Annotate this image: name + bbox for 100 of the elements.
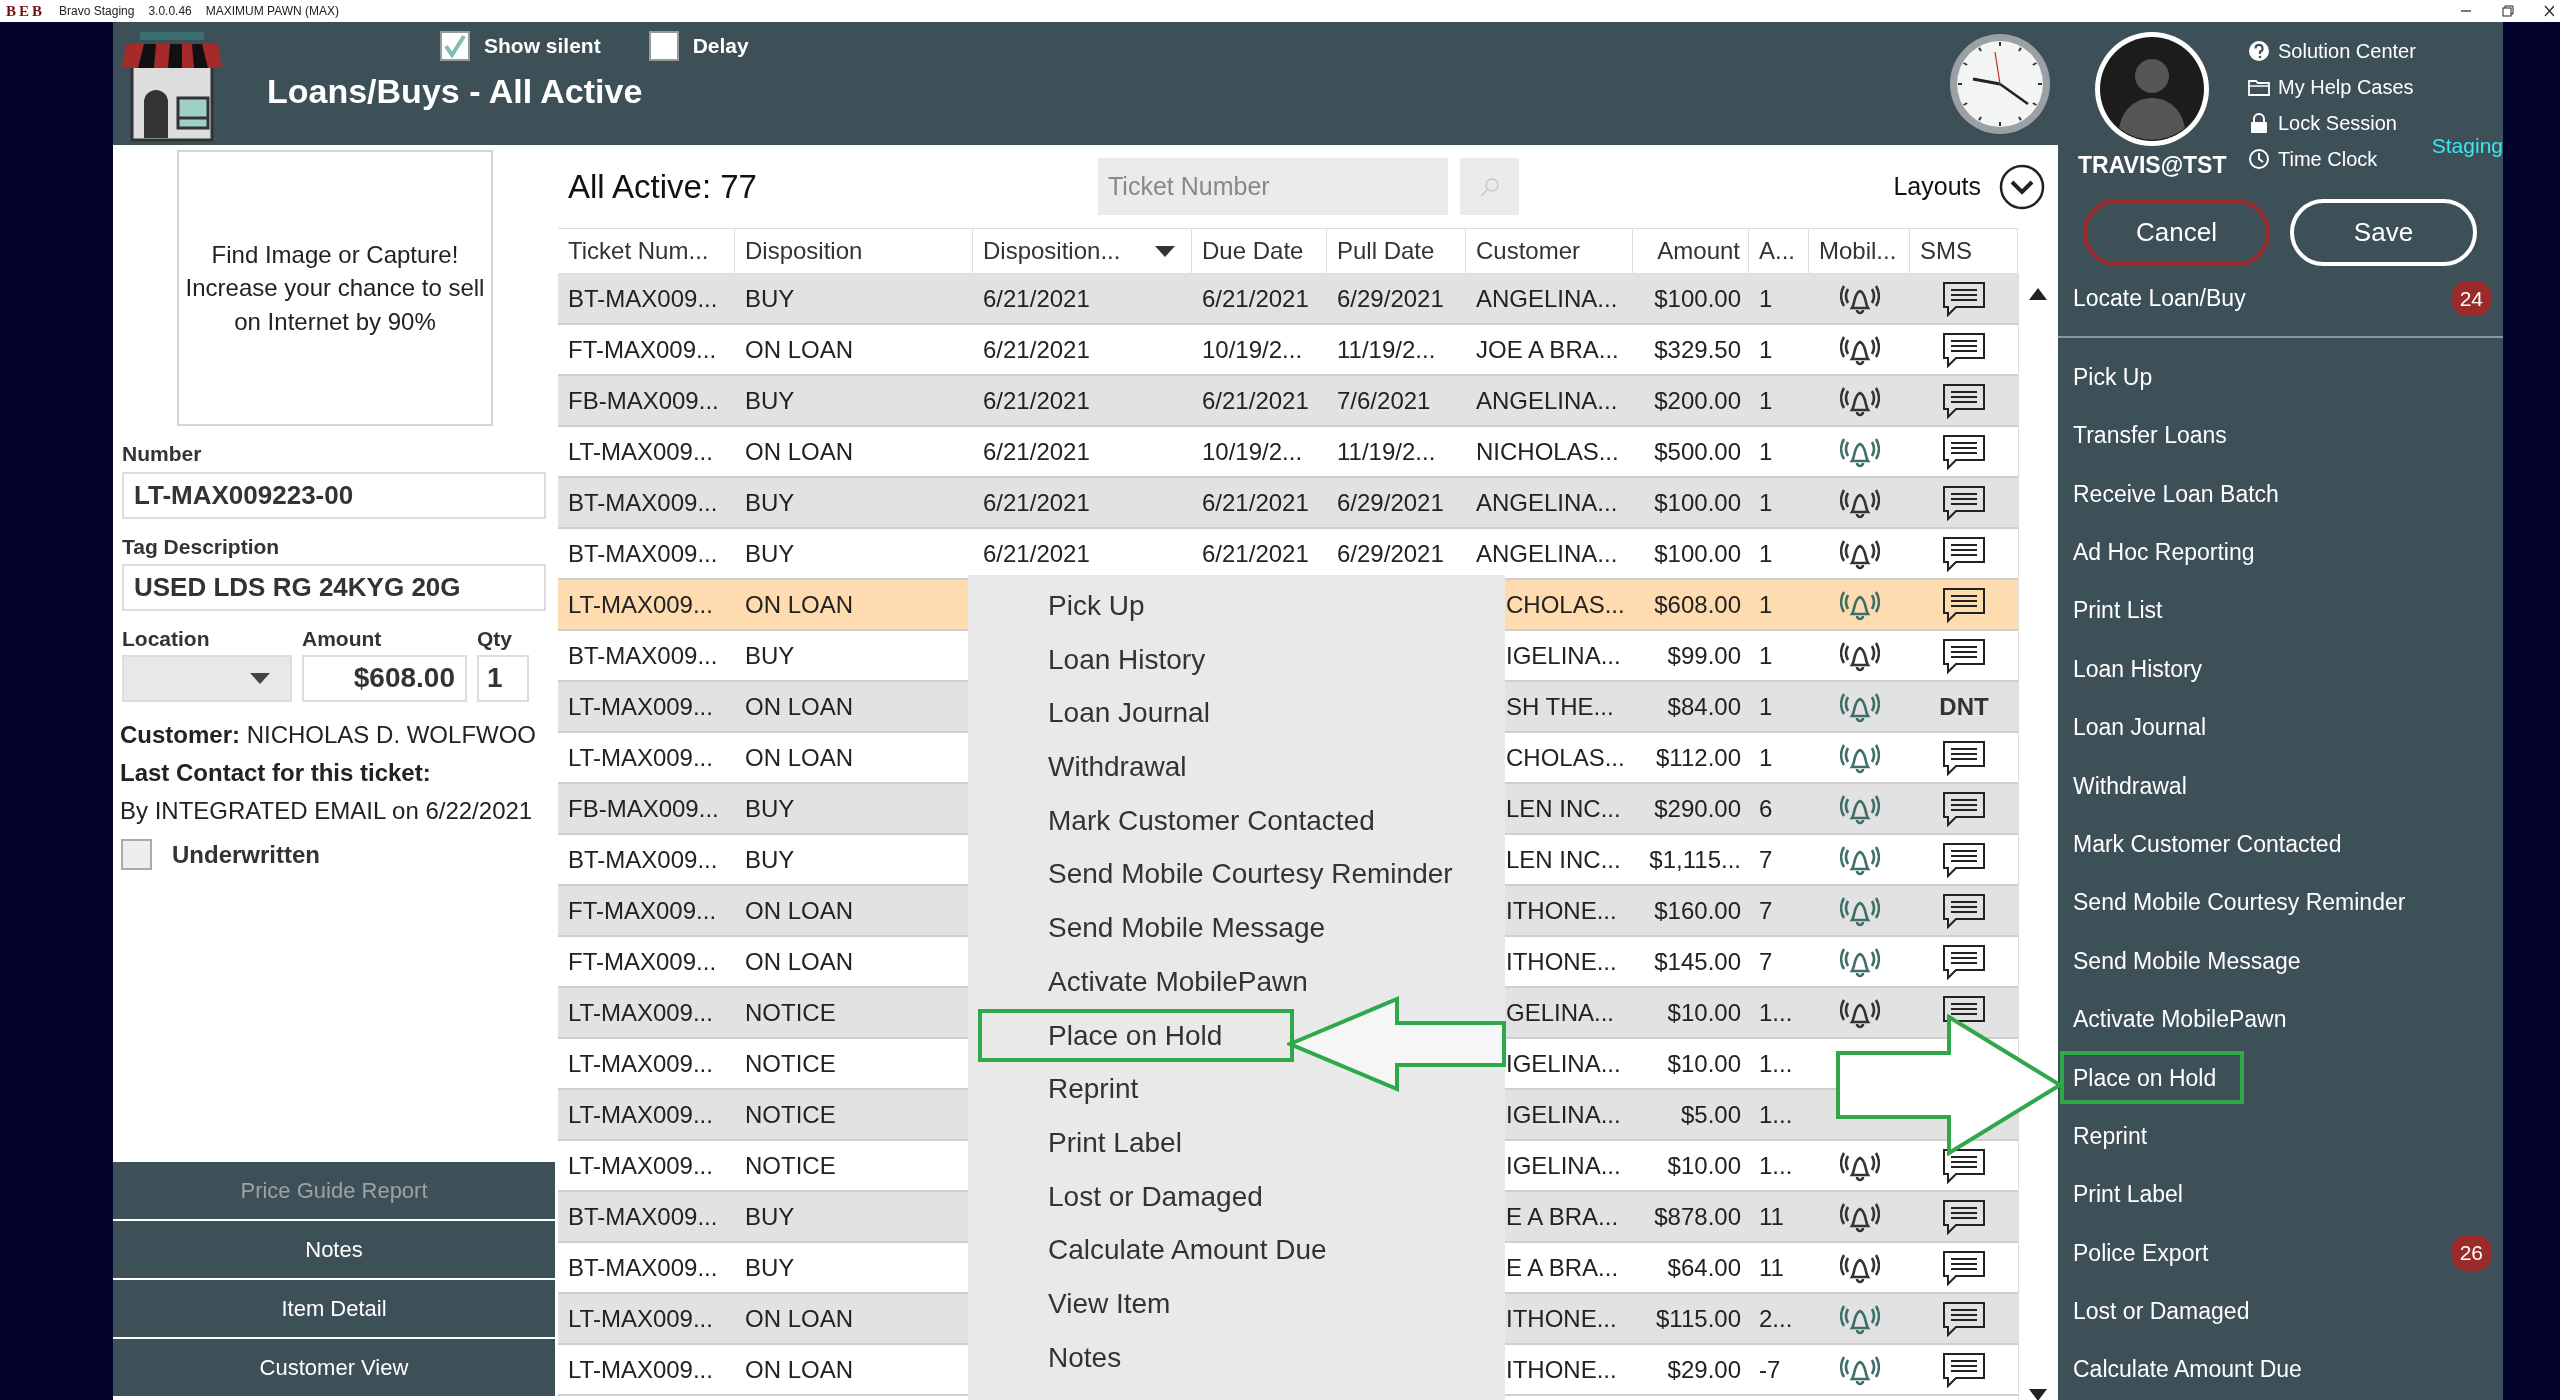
table-cell-text: ANGELINA... (1476, 385, 1618, 416)
environment-label: Staging (2431, 133, 2503, 159)
table-cell-text: BT-MAX009... (568, 1252, 718, 1283)
version-text: 3.0.0.46 (148, 3, 192, 20)
layouts-label: Layouts (1893, 170, 1981, 202)
table-cell-text: ON LOAN (745, 691, 854, 722)
table-cell-text: BUY (745, 538, 795, 569)
table-cell-text: 11 (1759, 1201, 1784, 1232)
table-cell-text: $5.00 (1680, 1099, 1741, 1130)
table-cell-text: $115.00 (1656, 1303, 1741, 1334)
table-cell-text: 6/21/2021 (1202, 283, 1309, 314)
table-cell-text: ON LOAN (745, 946, 854, 977)
table-cell-text: ITHONE... (1506, 946, 1617, 977)
app-logo: BEB (6, 1, 45, 21)
table-cell-text: E A BRA... (1506, 1201, 1619, 1232)
table-cell-text: ANGELINA... (1476, 283, 1618, 314)
table-cell-text: $500.00 (1654, 436, 1741, 467)
table-cell-text: 6/21/2021 (983, 538, 1090, 569)
table-cell-text: LT-MAX009... (568, 1048, 713, 1079)
table-cell-text: ON LOAN (745, 1354, 854, 1385)
table-cell-text: 1 (1759, 538, 1773, 569)
table-cell-text: $329.50 (1654, 334, 1741, 365)
table-cell-text: FB-MAX009... (568, 385, 719, 416)
field-label: Number (122, 441, 203, 467)
table-cell-text: BUY (745, 844, 795, 875)
table-cell-text: ON LOAN (745, 895, 854, 926)
table-cell-text: 6/21/2021 (1202, 385, 1309, 416)
username: TRAVIS@TST (2078, 151, 2227, 180)
table-cell-text: NOTICE (745, 997, 836, 1028)
table-cell-text: 6/21/2021 (983, 283, 1090, 314)
table-cell-text: 6/21/2021 (983, 334, 1090, 365)
table-cell-text: NOTICE (745, 1099, 836, 1130)
checkbox-label: Show silent (484, 33, 601, 59)
table-cell-text: $290.00 (1654, 793, 1741, 824)
customer-text: Customer: NICHOLAS D. WOLFWOO (120, 719, 538, 750)
store-name: MAXIMUM PAWN (MAX) (205, 3, 340, 20)
table-cell-text: ON LOAN (745, 742, 854, 773)
table-cell-text: $608.00 (1654, 589, 1741, 620)
table-cell-text: 7 (1759, 946, 1773, 977)
table-cell-text: BT-MAX009... (568, 283, 718, 314)
table-cell-text: $29.00 (1667, 1354, 1741, 1385)
table-cell-text: ITHONE... (1506, 1354, 1617, 1385)
table-cell-text: 1 (1759, 691, 1773, 722)
table-cell-text: 6/21/2021 (983, 385, 1090, 416)
table-cell-text: LT-MAX009... (568, 1099, 713, 1130)
table-cell-text: 10/19/2... (1202, 334, 1303, 365)
table-cell-text: $100.00 (1654, 538, 1741, 569)
table-cell-text: 7 (1759, 844, 1773, 875)
table-cell-text: 1... (1759, 997, 1793, 1028)
table-cell-text: BUY (745, 487, 795, 518)
table-cell-text: IGELINA... (1506, 1150, 1621, 1181)
checkbox-label: Underwritten (172, 839, 320, 870)
table-cell-text: LT-MAX009... (568, 997, 713, 1028)
table-cell-text: LT-MAX009... (568, 1303, 713, 1334)
table-cell-text: BUY (745, 1201, 795, 1232)
table-cell-text: CHOLAS... (1506, 589, 1625, 620)
table-cell-text: 7/6/2021 (1337, 385, 1431, 416)
table-cell-text: NOTICE (745, 1150, 836, 1181)
table-cell-text: IGELINA... (1506, 1048, 1621, 1079)
table-cell-text: ANGELINA... (1476, 538, 1618, 569)
checkbox-label: Delay (692, 33, 749, 59)
table-cell-text: $112.00 (1656, 742, 1741, 773)
table-cell-text: $84.00 (1667, 691, 1741, 722)
table-cell-text: 1 (1759, 385, 1773, 416)
last-contact-text: By INTEGRATED EMAIL on 6/22/2021 (120, 796, 534, 827)
table-cell-text: NOTICE (745, 1048, 836, 1079)
table-cell-text: 1... (1759, 1048, 1793, 1079)
table-cell-text: 11 (1759, 1252, 1784, 1283)
table-cell-text: LT-MAX009... (568, 589, 713, 620)
table-cell-text: 7 (1759, 895, 1773, 926)
table-cell-text: 1 (1759, 742, 1773, 773)
app-name: Bravo Staging (59, 3, 135, 20)
table-cell-text: $10.00 (1667, 1150, 1741, 1181)
last-contact-label: Last Contact for this ticket: (120, 757, 432, 788)
table-cell-text: $64.00 (1667, 1252, 1741, 1283)
list-title: All Active: 77 (568, 166, 758, 207)
table-cell-text: BT-MAX009... (568, 844, 718, 875)
sms-status: DNT (1939, 691, 1989, 722)
table-cell-text: LT-MAX009... (568, 436, 713, 467)
table-cell-text: 10/19/2... (1202, 436, 1303, 467)
table-cell-text: $200.00 (1654, 385, 1741, 416)
table-cell-text: 6/21/2021 (1202, 487, 1309, 518)
table-cell-text: FT-MAX009... (568, 895, 717, 926)
table-cell-text: 6/29/2021 (1337, 538, 1444, 569)
table-cell-text: $99.00 (1667, 640, 1741, 671)
table-cell-text: $10.00 (1667, 1048, 1741, 1079)
table-cell-text: $160.00 (1654, 895, 1741, 926)
table-cell-text: SH THE... (1506, 691, 1614, 722)
table-cell-text: BT-MAX009... (568, 1201, 718, 1232)
table-cell-text: 1 (1759, 283, 1773, 314)
page-title: Loans/Buys - All Active (267, 70, 644, 112)
table-cell-text: ON LOAN (745, 334, 854, 365)
table-cell-text: 1 (1759, 436, 1773, 467)
table-cell-text: ON LOAN (745, 589, 854, 620)
table-cell-text: 6/29/2021 (1337, 487, 1444, 518)
table-cell-text: 6/21/2021 (983, 436, 1090, 467)
table-cell-text: BUY (745, 1252, 795, 1283)
table-cell-text: ANGELINA... (1476, 487, 1618, 518)
table-cell-text: GELINA... (1506, 997, 1615, 1028)
table-cell-text: LEN INC... (1506, 844, 1621, 875)
